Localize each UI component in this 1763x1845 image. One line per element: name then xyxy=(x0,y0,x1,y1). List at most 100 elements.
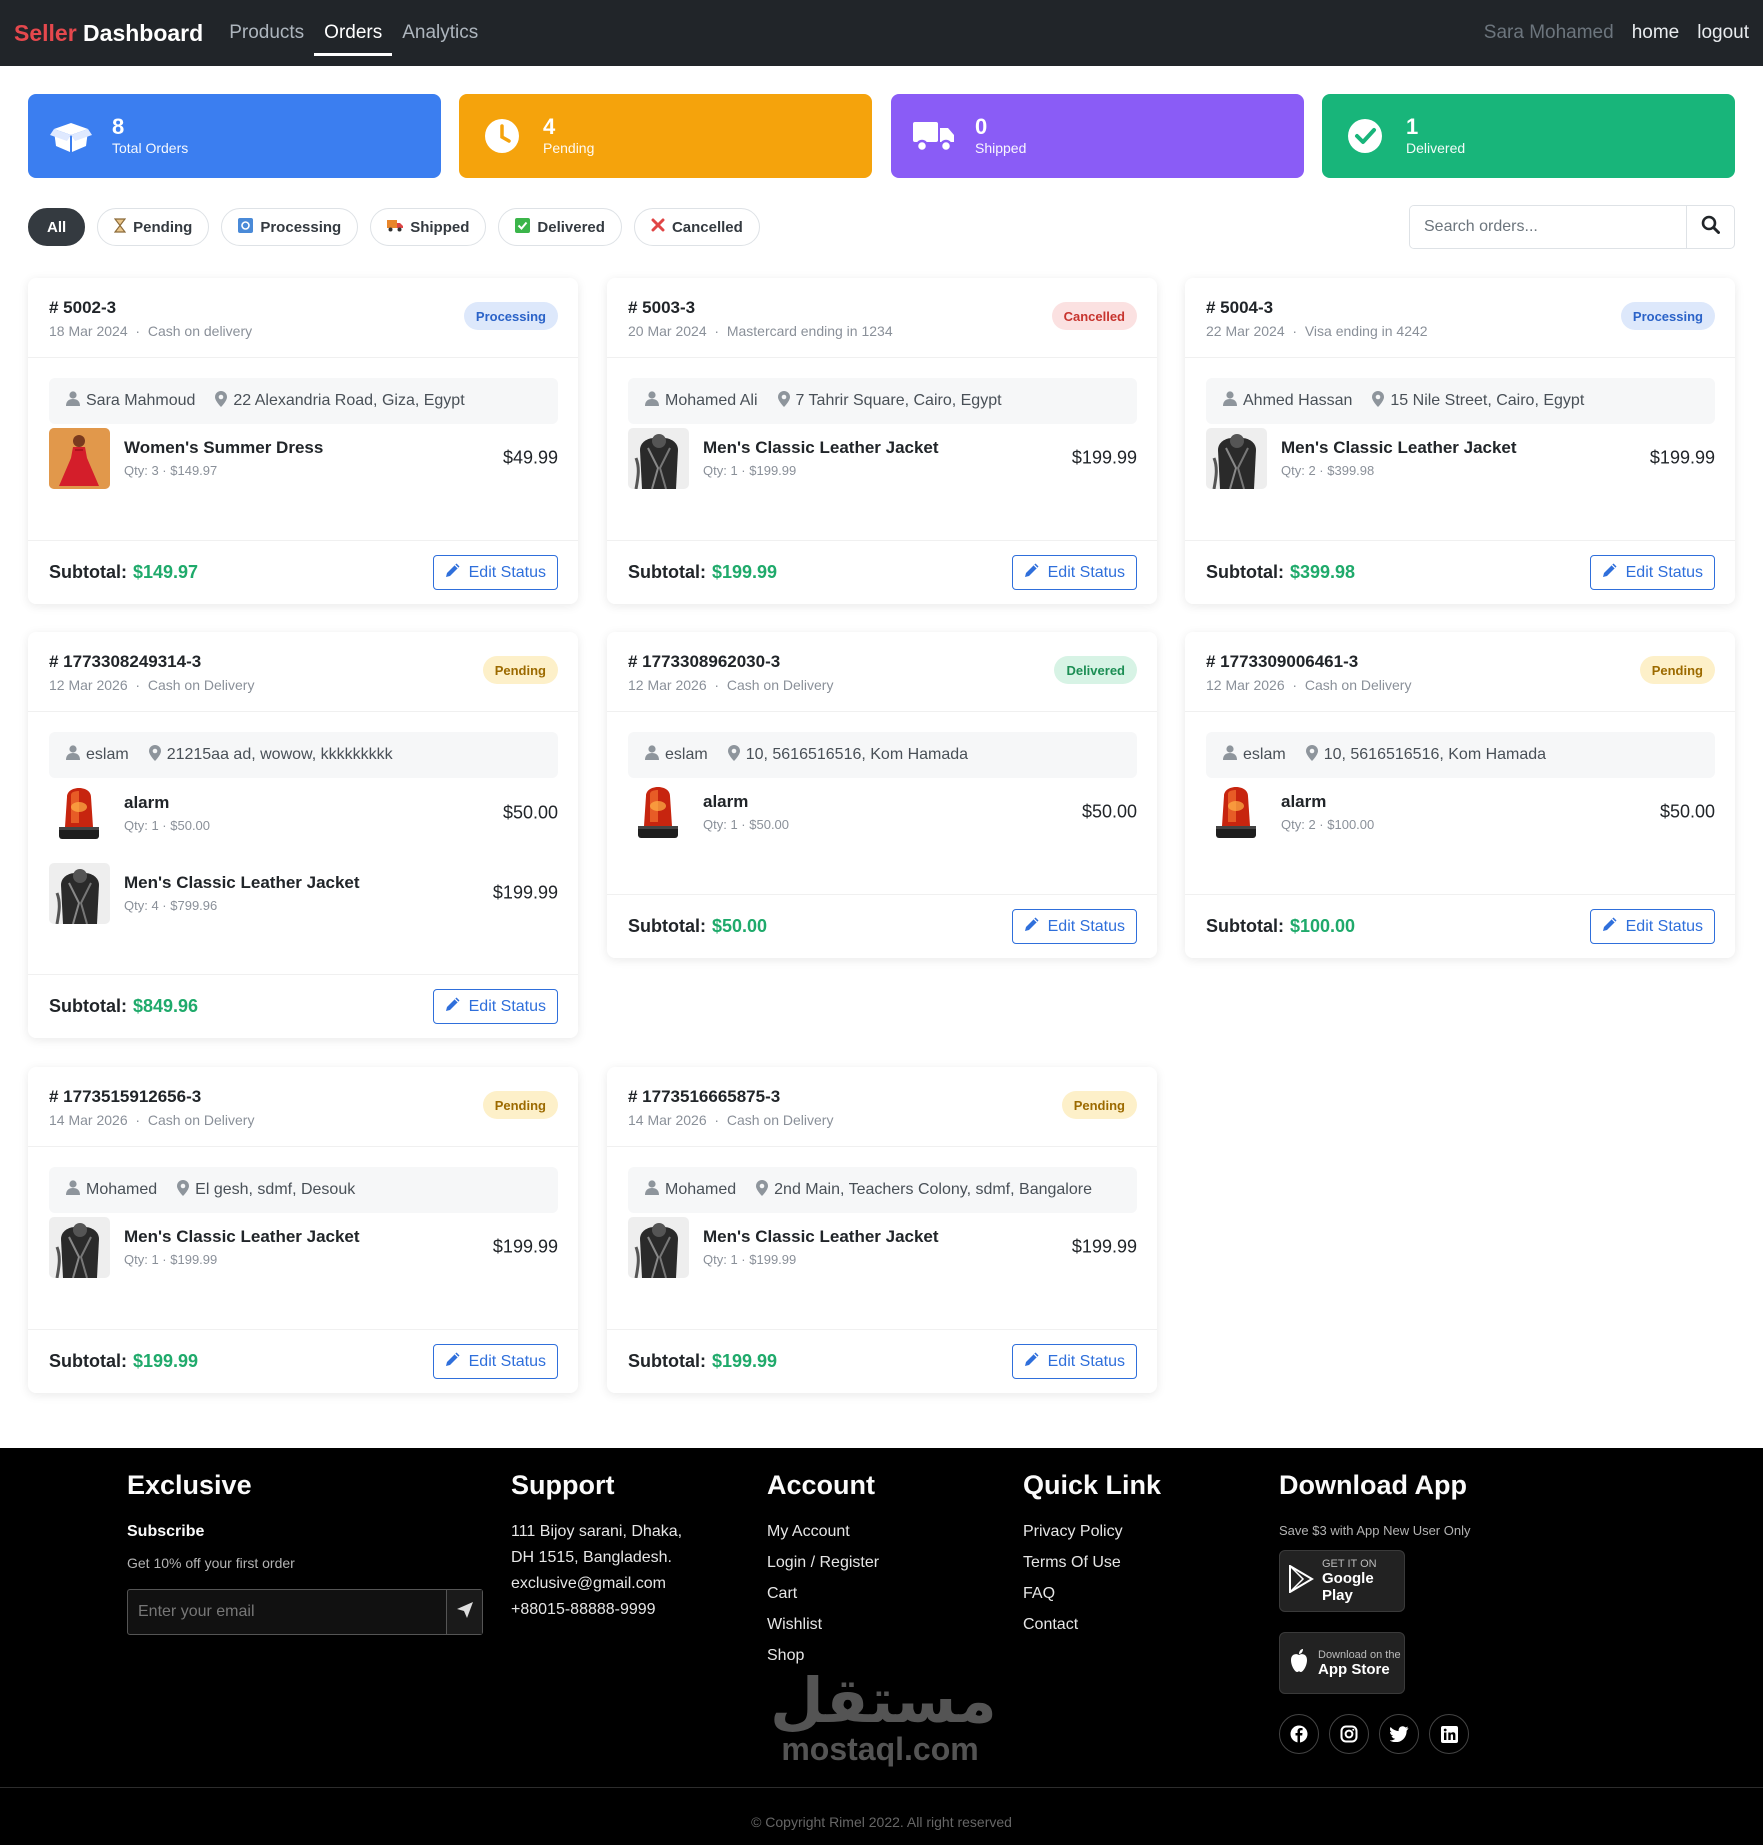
footer-link-contact[interactable]: Contact xyxy=(1023,1616,1161,1634)
footer-divider xyxy=(0,1787,1763,1788)
filter-processing-button[interactable]: Processing xyxy=(221,208,359,246)
instagram-icon[interactable] xyxy=(1329,1714,1369,1754)
edit-status-button[interactable]: Edit Status xyxy=(432,1344,558,1379)
edit-status-label: Edit Status xyxy=(468,997,546,1015)
brand-logo[interactable]: Seller Dashboard xyxy=(14,20,203,47)
product-name: Men's Classic Leather Jacket xyxy=(1281,438,1517,457)
separator-dot: · xyxy=(158,898,171,913)
footer-link-wishlist[interactable]: Wishlist xyxy=(767,1616,879,1634)
order-id: # 1773515912656-3 xyxy=(49,1087,202,1106)
support-email[interactable]: exclusive@gmail.com xyxy=(511,1575,682,1593)
order-date: 12 Mar 2026 xyxy=(628,677,707,693)
product-price: $50.00 xyxy=(502,802,558,823)
order-payment: Cash on Delivery xyxy=(147,677,255,693)
stat-label: Delivered xyxy=(1406,140,1466,156)
filter-delivered-button[interactable]: Delivered xyxy=(498,208,622,246)
footer-link-login[interactable]: Login / Register xyxy=(767,1554,879,1572)
product-thumbnail xyxy=(628,781,689,843)
status-badge-processing: Processing xyxy=(463,302,558,330)
apple-icon xyxy=(1288,1648,1310,1679)
filter-shipped-button[interactable]: Shipped xyxy=(370,208,487,246)
footer-link-terms[interactable]: Terms Of Use xyxy=(1023,1554,1161,1572)
send-button[interactable] xyxy=(446,1590,482,1634)
edit-status-button[interactable]: Edit Status xyxy=(1011,555,1137,590)
edit-status-button[interactable]: Edit Status xyxy=(432,989,558,1024)
order-item: alarm Qty: 2 · $100.00 $50.00 xyxy=(1206,781,1715,843)
brand-white-text: Dashboard xyxy=(83,19,204,46)
customer-address: El gesh, sdmf, Desouk xyxy=(195,1181,356,1198)
product-qty: Qty: 1 xyxy=(124,818,159,833)
footer-link-cart[interactable]: Cart xyxy=(767,1585,879,1603)
product-quantity-line: Qty: 3 · $149.97 xyxy=(124,463,323,478)
subtotal-value: $50.00 xyxy=(712,916,768,936)
nav-home-link[interactable]: home xyxy=(1632,22,1680,44)
footer-link-privacy[interactable]: Privacy Policy xyxy=(1023,1523,1161,1541)
edit-status-button[interactable]: Edit Status xyxy=(1589,909,1715,944)
order-card: # 5002-3 18 Mar 2024 · Cash on delivery Pr… xyxy=(28,278,578,604)
email-input[interactable] xyxy=(128,1590,446,1634)
shipping-info: Sara Mahmoud 22 Alexandria Road, Giza, Eg… xyxy=(49,378,558,424)
footer-subscribe-text: Get 10% off your first order xyxy=(127,1555,295,1571)
product-price: $199.99 xyxy=(492,1236,558,1257)
search-icon xyxy=(1701,215,1720,239)
footer-quick-column: Quick Link Privacy Policy Terms Of Use F… xyxy=(1023,1470,1161,1647)
truck-icon xyxy=(387,219,404,236)
search-input[interactable] xyxy=(1410,206,1686,248)
footer-link-faq[interactable]: FAQ xyxy=(1023,1585,1161,1603)
footer-link-shop[interactable]: Shop xyxy=(767,1647,879,1665)
product-qty: Qty: 1 xyxy=(124,1252,159,1267)
order-footer: Subtotal: $199.99 Edit Status xyxy=(28,1329,578,1393)
subtotal-value: $399.98 xyxy=(1290,562,1356,582)
edit-status-button[interactable]: Edit Status xyxy=(1011,1344,1137,1379)
order-item: Men's Classic Leather Jacket Qty: 4 · $79… xyxy=(49,862,558,924)
edit-status-button[interactable]: Edit Status xyxy=(1589,555,1715,590)
clock-icon xyxy=(481,115,523,157)
nav-link-analytics[interactable]: Analytics xyxy=(392,0,488,66)
filter-label: Delivered xyxy=(537,218,605,236)
filter-pending-button[interactable]: Pending xyxy=(97,208,210,246)
separator-dot: · xyxy=(737,817,750,832)
user-icon xyxy=(645,1180,659,1200)
google-play-button[interactable]: GET IT ON Google Play xyxy=(1279,1550,1405,1612)
support-phone[interactable]: +88015-88888-9999 xyxy=(511,1601,682,1619)
product-price: $199.99 xyxy=(492,882,558,903)
nav-logout-link[interactable]: logout xyxy=(1697,22,1749,44)
product-qty: Qty: 2 xyxy=(1281,817,1316,832)
linkedin-icon[interactable] xyxy=(1429,1714,1469,1754)
map-pin-icon xyxy=(148,744,161,766)
search-button[interactable] xyxy=(1686,206,1734,248)
separator-dot: · xyxy=(706,1112,727,1128)
order-header: # 5002-3 18 Mar 2024 · Cash on delivery Pr… xyxy=(28,278,578,358)
order-date: 14 Mar 2026 xyxy=(628,1112,707,1128)
order-date: 12 Mar 2026 xyxy=(49,677,128,693)
edit-status-button[interactable]: Edit Status xyxy=(432,555,558,590)
status-badge-processing: Processing xyxy=(1620,302,1715,330)
twitter-icon[interactable] xyxy=(1379,1714,1419,1754)
order-date: 14 Mar 2026 xyxy=(49,1112,128,1128)
pencil-icon xyxy=(445,562,461,583)
facebook-icon[interactable] xyxy=(1279,1714,1319,1754)
app-store-button[interactable]: Download on the App Store xyxy=(1279,1632,1405,1694)
nav-link-products[interactable]: Products xyxy=(219,0,314,66)
product-thumbnail xyxy=(49,427,110,489)
product-price: $199.99 xyxy=(1071,1236,1137,1257)
user-icon xyxy=(66,745,80,765)
google-play-icon xyxy=(1288,1563,1314,1598)
order-date: 20 Mar 2024 xyxy=(628,323,707,339)
product-line-total: $50.00 xyxy=(749,817,790,832)
subscribe-form xyxy=(127,1589,483,1635)
product-quantity-line: Qty: 1 · $50.00 xyxy=(124,818,210,833)
separator-dot: · xyxy=(158,463,171,478)
separator-dot: · xyxy=(1315,463,1328,478)
nav-right: Sara Mohamed home logout xyxy=(1484,22,1749,44)
filter-cancelled-button[interactable]: Cancelled xyxy=(633,208,760,246)
edit-status-button[interactable]: Edit Status xyxy=(1011,909,1137,944)
separator-dot: · xyxy=(127,1112,148,1128)
status-badge-pending: Pending xyxy=(1639,656,1715,684)
subtotal-value: $199.99 xyxy=(133,1351,199,1371)
filter-all-button[interactable]: All xyxy=(28,208,86,246)
pencil-icon xyxy=(1602,562,1618,583)
nav-user-name: Sara Mohamed xyxy=(1483,22,1614,43)
nav-link-orders[interactable]: Orders xyxy=(314,0,393,66)
footer-link-my-account[interactable]: My Account xyxy=(767,1523,879,1541)
